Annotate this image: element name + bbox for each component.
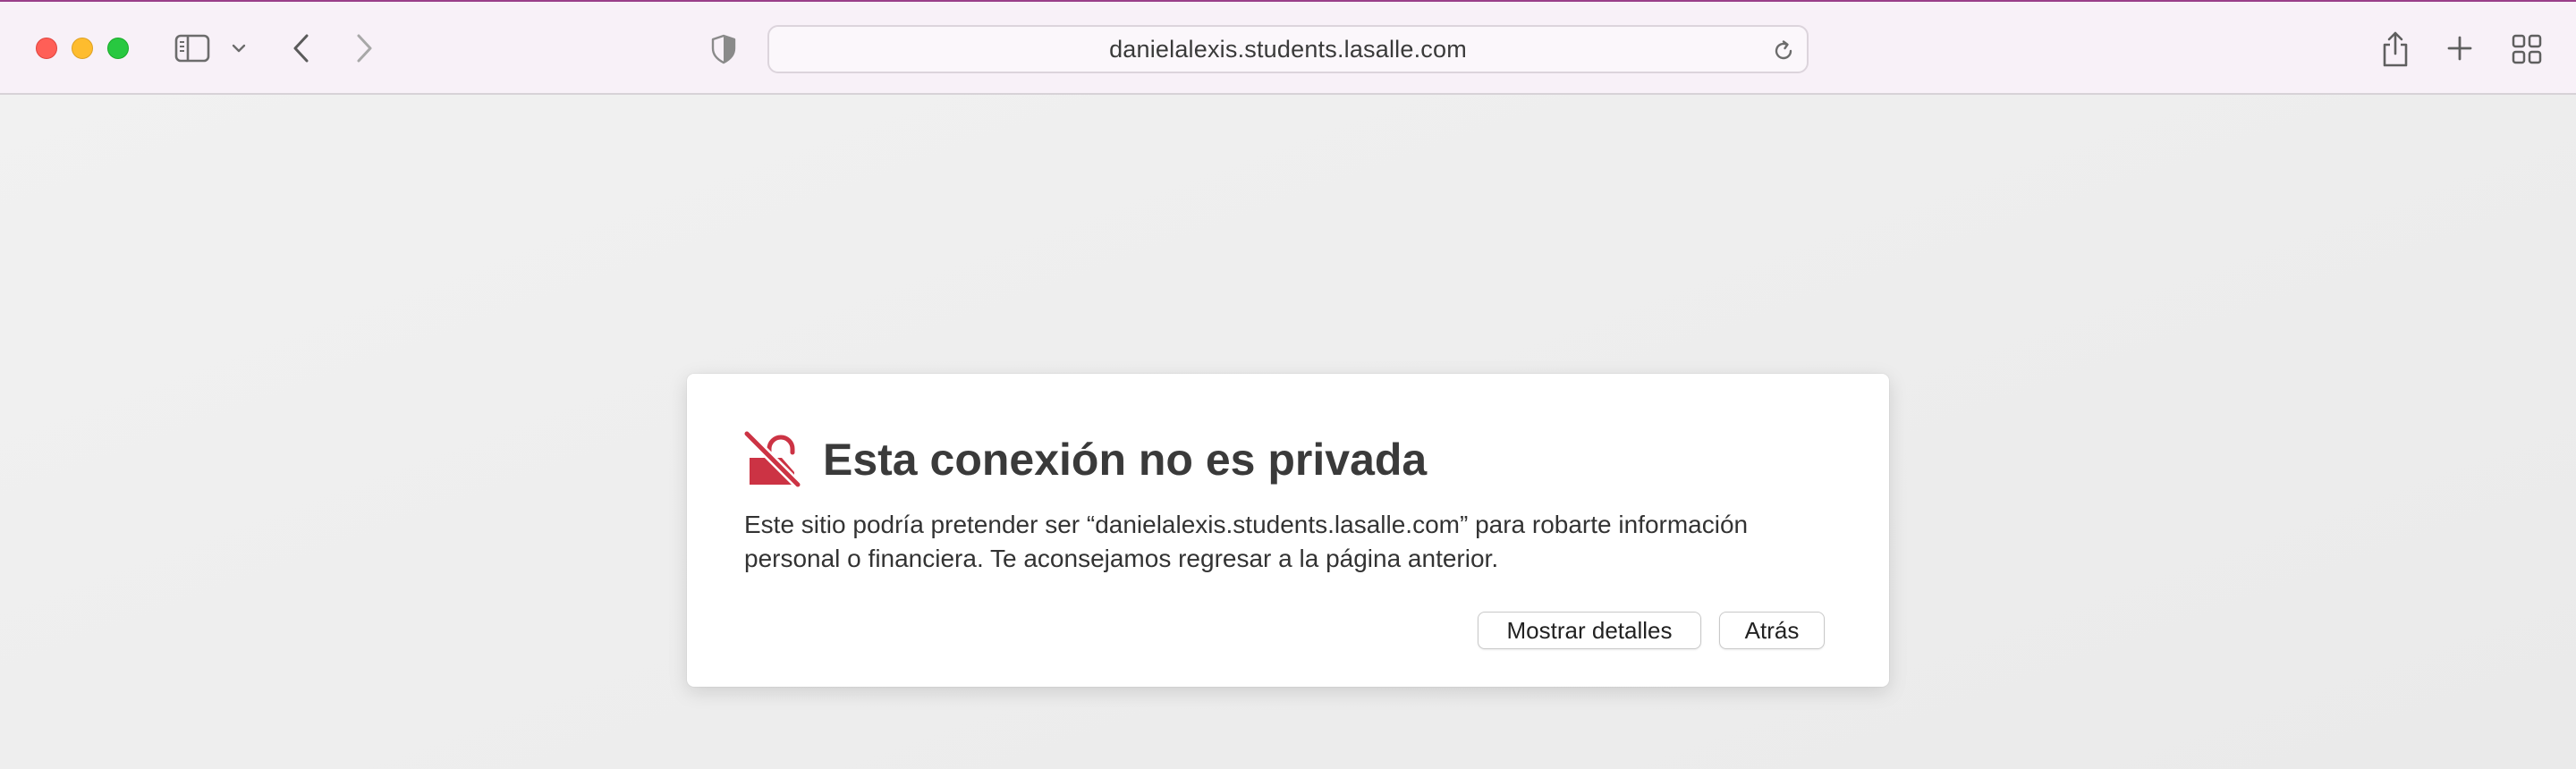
plus-icon [2447,36,2472,61]
warning-title: Esta conexión no es privada [823,435,1428,485]
share-button[interactable] [2377,29,2413,70]
broken-lock-icon [742,429,801,488]
back-button[interactable] [286,30,317,66]
forward-button[interactable] [349,30,379,66]
privacy-report-button[interactable] [708,32,739,66]
show-details-button[interactable]: Mostrar detalles [1478,612,1701,649]
privacy-warning-card: Esta conexión no es privada Este sitio p… [687,374,1889,687]
sidebar-menu-button[interactable] [229,38,249,59]
chevron-right-icon [357,34,372,63]
warning-message: Este sitio podría pretender ser “daniela… [744,511,1749,572]
zoom-window-button[interactable] [107,38,129,59]
grid-icon [2512,34,2542,64]
minimize-window-button[interactable] [72,38,93,59]
go-back-button[interactable]: Atrás [1719,612,1825,649]
sidebar-icon [174,34,210,63]
close-window-button[interactable] [36,38,57,59]
address-bar-url: danielalexis.students.lasalle.com [1109,35,1467,63]
browser-toolbar: danielalexis.students.lasalle.com [0,0,2576,95]
sidebar-toggle-button[interactable] [172,30,213,66]
web-content-area: Esta conexión no es privada Este sitio p… [0,95,2576,769]
chevron-left-icon [293,34,309,63]
share-icon [2383,31,2408,67]
new-tab-button[interactable] [2444,32,2476,64]
reload-button[interactable] [1771,38,1796,63]
reload-icon [1775,40,1792,60]
tab-overview-button[interactable] [2510,32,2544,66]
chevron-down-icon [232,44,246,53]
address-bar[interactable]: danielalexis.students.lasalle.com [767,25,1809,73]
shield-icon [711,34,736,64]
